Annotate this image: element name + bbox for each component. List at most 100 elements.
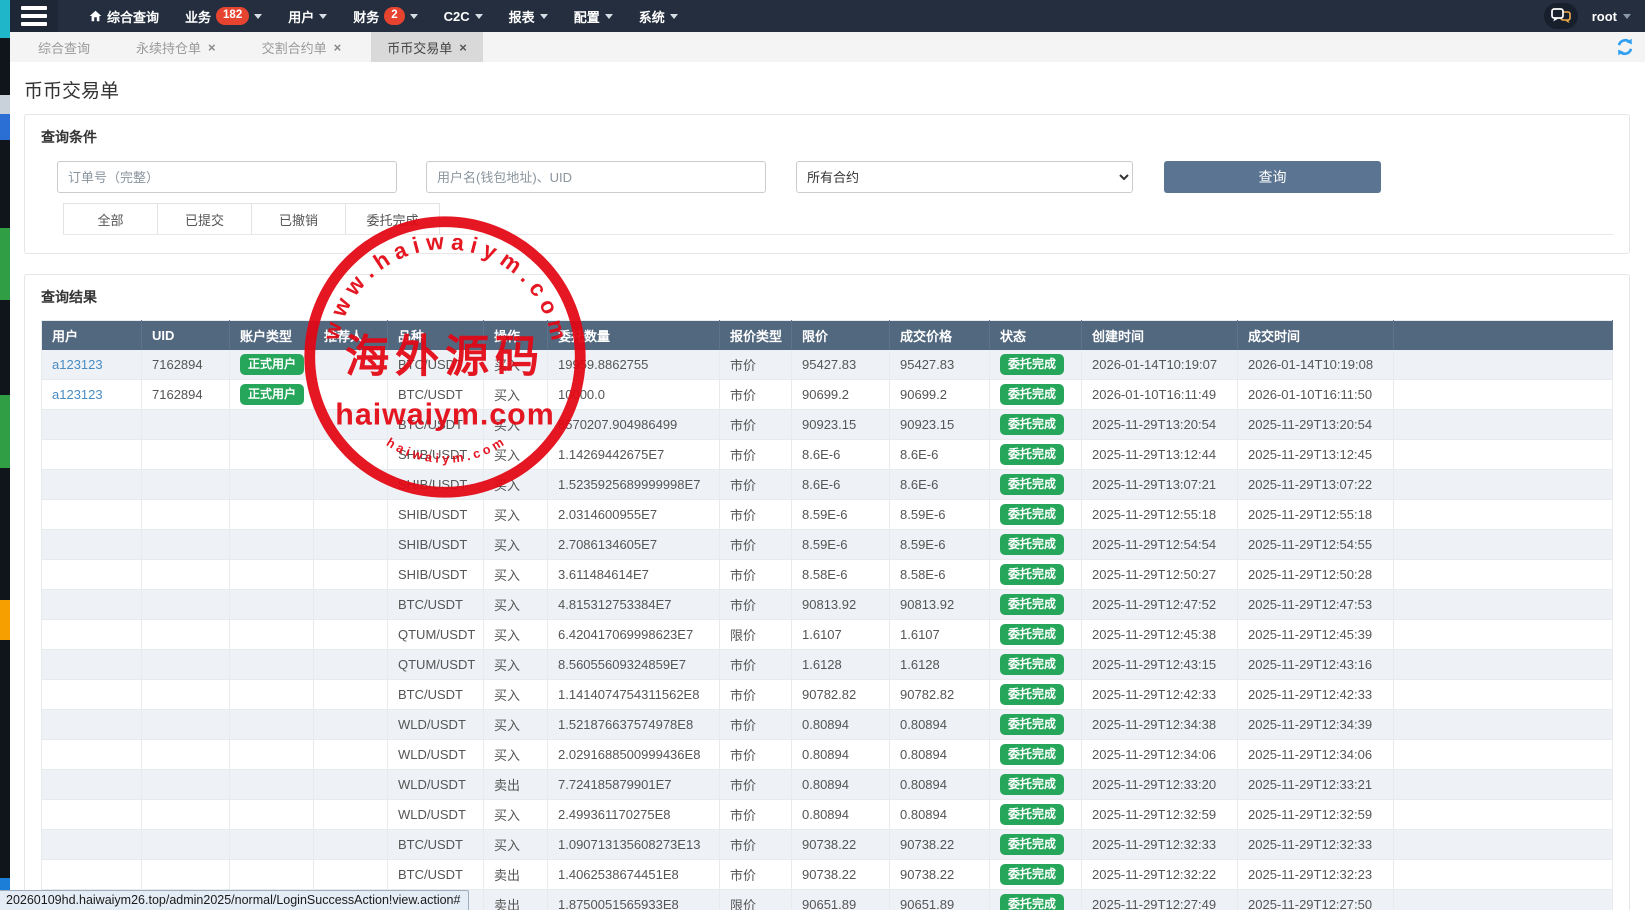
notification-badge: 182 <box>216 7 249 25</box>
cell-side: 买入 <box>484 800 548 830</box>
nav-item-0[interactable]: 综合查询 <box>76 0 172 32</box>
cell-deal_price: 0.80894 <box>890 770 990 800</box>
column-header-7: 报价类型 <box>720 321 792 350</box>
cell-uid <box>142 650 230 680</box>
user-link[interactable]: a123123 <box>52 387 103 402</box>
filter-button-1[interactable]: 已提交 <box>157 203 252 234</box>
nav-item-4[interactable]: C2C <box>431 0 496 32</box>
nav-item-7[interactable]: 系统 <box>626 0 691 32</box>
nav-item-2[interactable]: 用户 <box>275 0 340 32</box>
cell-deal_price: 8.6E-6 <box>890 470 990 500</box>
cell-created_at: 2025-11-29T13:12:44 <box>1082 440 1238 470</box>
cell-created_at: 2025-11-29T12:42:33 <box>1082 680 1238 710</box>
cell-user <box>42 650 142 680</box>
cell-quote_type: 市价 <box>720 770 792 800</box>
cell-account_type <box>230 410 314 440</box>
tab-3[interactable]: 币币交易单× <box>371 32 483 62</box>
cell-uid <box>142 770 230 800</box>
tab-1[interactable]: 永续持仓单× <box>120 32 232 62</box>
close-icon[interactable]: × <box>334 41 342 54</box>
cell-account_type <box>230 500 314 530</box>
cell-deal_price: 90651.89 <box>890 890 990 910</box>
nav-item-6[interactable]: 配置 <box>561 0 626 32</box>
cell-pair: BTC/USDT <box>388 410 484 440</box>
cell-account_type <box>230 650 314 680</box>
status-badge: 委托完成 <box>1000 504 1064 525</box>
nav-item-5[interactable]: 报表 <box>496 0 561 32</box>
contract-select[interactable]: 所有合约 <box>796 161 1133 193</box>
cell-limit_price: 90782.82 <box>792 680 890 710</box>
cell-limit_price: 8.58E-6 <box>792 560 890 590</box>
cell-created_at: 2025-11-29T13:07:21 <box>1082 470 1238 500</box>
cell-uid <box>142 740 230 770</box>
order-number-input[interactable] <box>57 161 397 193</box>
cell-deal_price: 90813.92 <box>890 590 990 620</box>
tab-0[interactable]: 综合查询 <box>22 32 106 62</box>
cell-deal_price: 95427.83 <box>890 350 990 380</box>
status-badge: 委托完成 <box>1000 444 1064 465</box>
cell-deal_price: 8.59E-6 <box>890 530 990 560</box>
status-filter-group: 全部已提交已撤销委托完成 <box>63 203 1613 235</box>
cell-dealt_at: 2025-11-29T13:20:54 <box>1238 410 1394 440</box>
cell-amount: 1.1414074754311562E8 <box>548 680 720 710</box>
status-badge: 委托完成 <box>1000 834 1064 855</box>
username-input[interactable] <box>426 161 766 193</box>
cell-side: 买入 <box>484 410 548 440</box>
cell-status: 委托完成 <box>990 530 1082 560</box>
user-link[interactable]: a123123 <box>52 357 103 372</box>
cell-quote_type: 市价 <box>720 440 792 470</box>
cell-status: 委托完成 <box>990 830 1082 860</box>
cell-quote_type: 限价 <box>720 620 792 650</box>
cell-created_at: 2025-11-29T12:47:52 <box>1082 590 1238 620</box>
chevron-down-icon <box>410 14 418 19</box>
filter-button-0[interactable]: 全部 <box>63 203 158 234</box>
cell-dealt_at: 2025-11-29T13:07:22 <box>1238 470 1394 500</box>
tab-label: 交割合约单 <box>262 38 327 57</box>
cell-uid <box>142 830 230 860</box>
cell-deal_price: 0.80894 <box>890 740 990 770</box>
cell-status: 委托完成 <box>990 770 1082 800</box>
close-icon[interactable]: × <box>208 41 216 54</box>
cell-amount: 7.724185879901E7 <box>548 770 720 800</box>
cell-referrer <box>314 470 388 500</box>
column-header-6: 委托数量 <box>548 321 720 350</box>
query-controls-row: 所有合约 查询 <box>57 161 1613 193</box>
cell-blank <box>1394 500 1613 530</box>
cell-created_at: 2025-11-29T12:50:27 <box>1082 560 1238 590</box>
cell-pair: SHIB/USDT <box>388 470 484 500</box>
nav-item-1[interactable]: 业务182 <box>172 0 275 32</box>
chevron-down-icon <box>605 14 613 19</box>
status-badge: 委托完成 <box>1000 654 1064 675</box>
cell-uid <box>142 500 230 530</box>
nav-item-label: 配置 <box>574 7 600 26</box>
cell-created_at: 2025-11-29T12:34:06 <box>1082 740 1238 770</box>
cell-side: 卖出 <box>484 860 548 890</box>
cell-quote_type: 市价 <box>720 410 792 440</box>
filter-button-2[interactable]: 已撤销 <box>251 203 346 234</box>
close-icon[interactable]: × <box>459 41 467 54</box>
cell-amount: 2.7086134605E7 <box>548 530 720 560</box>
refresh-button[interactable] <box>1615 37 1635 57</box>
cell-status: 委托完成 <box>990 350 1082 380</box>
cell-created_at: 2025-11-29T12:27:49 <box>1082 890 1238 910</box>
table-row: SHIB/USDT买入1.5235925689999998E7市价8.6E-68… <box>42 470 1613 500</box>
cell-limit_price: 90738.22 <box>792 860 890 890</box>
cell-side: 买入 <box>484 830 548 860</box>
cell-referrer <box>314 800 388 830</box>
cell-limit_price: 8.6E-6 <box>792 470 890 500</box>
cell-side: 买入 <box>484 350 548 380</box>
cell-pair: SHIB/USDT <box>388 560 484 590</box>
screen-edge-sliver <box>0 0 10 910</box>
hamburger-menu-icon[interactable] <box>10 0 58 32</box>
nav-item-3[interactable]: 财务2 <box>340 0 430 32</box>
filter-button-3[interactable]: 委托完成 <box>345 203 440 234</box>
status-badge: 委托完成 <box>1000 684 1064 705</box>
column-header-11: 创建时间 <box>1082 321 1238 350</box>
search-button[interactable]: 查询 <box>1164 161 1381 193</box>
messages-button[interactable] <box>1544 3 1578 29</box>
tab-2[interactable]: 交割合约单 × <box>246 32 358 62</box>
cell-amount: 2.0314600955E7 <box>548 500 720 530</box>
cell-uid <box>142 710 230 740</box>
table-row: a1231237162894正式用户BTC/USDT买入19959.886275… <box>42 350 1613 380</box>
user-menu[interactable]: root <box>1592 9 1631 24</box>
